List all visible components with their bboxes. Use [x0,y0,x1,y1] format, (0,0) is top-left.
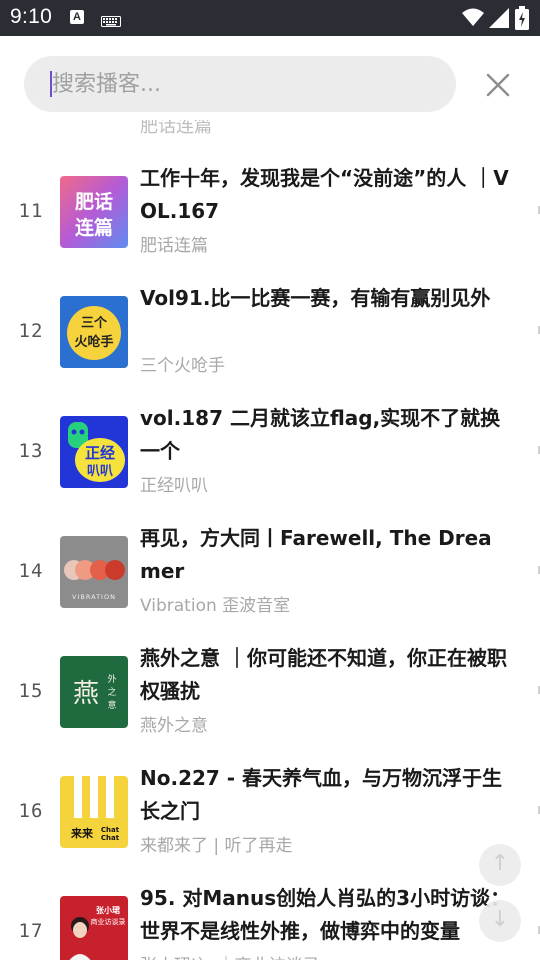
episode-title: 燕外之意 ｜你可能还不知道，你正在被职权骚扰 [140,646,507,703]
scroll-up-button[interactable]: ↑ [479,844,521,886]
search-header [0,36,540,120]
svg-text:来来: 来来 [70,826,94,840]
wifi-icon [462,7,484,31]
episode-title: No.227 - 春天养气血，与万物沉浮于生长之门 [140,766,503,823]
rank-number: 14 [18,560,44,582]
podcast-cover[interactable]: 张小珺 商业访谈录 [60,896,128,960]
episode-title: 95. 对Manus创始人肖弘的3小时访谈：世界不是线性外推，做博弈中的变量 [140,886,511,943]
podcast-cover[interactable]: 肥话 连篇 [60,176,128,248]
arrow-up-icon: ↑ [490,851,510,876]
list-item[interactable]: 16 来来 Chat Chat No.227 - 春天养气血，与万物沉浮于生长之门 来都来… [0,720,540,856]
svg-text:商业访谈录: 商业访谈录 [91,917,126,926]
scroll-down-button[interactable]: ↓ [479,900,521,942]
search-box[interactable] [24,56,456,112]
episode-title: Vol91.比一比赛一赛，有输有赢别见外 [140,286,491,310]
svg-text:正经: 正经 [85,444,115,462]
svg-text:火呛手: 火呛手 [74,334,113,350]
svg-text:连篇: 连篇 [75,216,113,239]
podcast-cover[interactable]: 三个 火呛手 [60,296,128,368]
status-time: 9:10 [10,5,53,28]
list-item[interactable]: 15 燕外之意燕外之意 ｜你可能还不知道，你正在被职权骚扰 燕外之意 [0,600,540,736]
rank-number: 11 [18,200,44,222]
close-button[interactable] [480,67,516,103]
podcast-author: 张小珺Jùn｜商业访谈录 [140,951,320,960]
svg-text:叭叭: 叭叭 [87,464,113,479]
rank-number: 16 [18,800,44,822]
episode-title: 再见，方大同丨Farewell, The Dreamer [140,526,492,583]
signal-icon [489,8,509,32]
rank-number: 17 [18,920,44,942]
episode-title: vol.187 二月就该立flag,实现不了就换一个 [140,406,501,463]
arrow-down-icon: ↓ [490,907,510,932]
svg-text:意: 意 [107,699,116,711]
rank-number: 15 [18,680,44,702]
list-item[interactable]: 13 正经 叭叭 vol.187 二月就该立flag,实现不了就换一个 正经叭叭 [0,360,540,496]
svg-text:张小珺: 张小珺 [96,905,120,915]
list-item[interactable]: 11 肥话 连篇 工作十年，发现我是个“没前途”的人 ｜VOL.167 肥话连篇 [0,120,540,256]
svg-text:外: 外 [107,673,116,685]
list-item[interactable]: 17 张小珺 商业访谈录 95. 对Manus创始人肖弘的3小时访谈：世界不是线性外推… [0,840,540,960]
episode-list[interactable]: 肥话连篇 11 肥话 连篇 工作十年，发现我是个“没前途”的人 ｜VOL.167 肥话连… [0,120,540,960]
svg-text:三个: 三个 [81,315,108,331]
close-icon [486,73,510,97]
rank-number: 13 [18,440,44,462]
battery-icon [515,6,529,34]
svg-text:燕: 燕 [73,679,99,709]
status-bar: 9:10 A [0,0,540,36]
podcast-cover[interactable]: 正经 叭叭 [60,416,128,488]
svg-text:之: 之 [107,686,116,698]
list-item[interactable]: 12 三个 火呛手 Vol91.比一比赛一赛，有输有赢别见外 三个火呛手 [0,240,540,376]
rank-number: 12 [18,320,44,342]
podcast-cover[interactable]: 来来 Chat Chat [60,776,128,848]
search-input[interactable] [52,56,442,112]
list-item[interactable]: 14 VIBRATION 再见，方大同丨Farewell, The Dreamer V… [0,480,540,616]
a-notification-icon: A [70,10,84,24]
svg-text:肥话: 肥话 [75,191,113,213]
keyboard-icon [101,12,121,31]
svg-text:Chat: Chat [101,826,120,834]
episode-title: 工作十年，发现我是个“没前途”的人 ｜VOL.167 [140,166,509,223]
podcast-cover[interactable]: VIBRATION [60,536,128,608]
podcast-cover[interactable]: 燕外之意 [60,656,128,728]
